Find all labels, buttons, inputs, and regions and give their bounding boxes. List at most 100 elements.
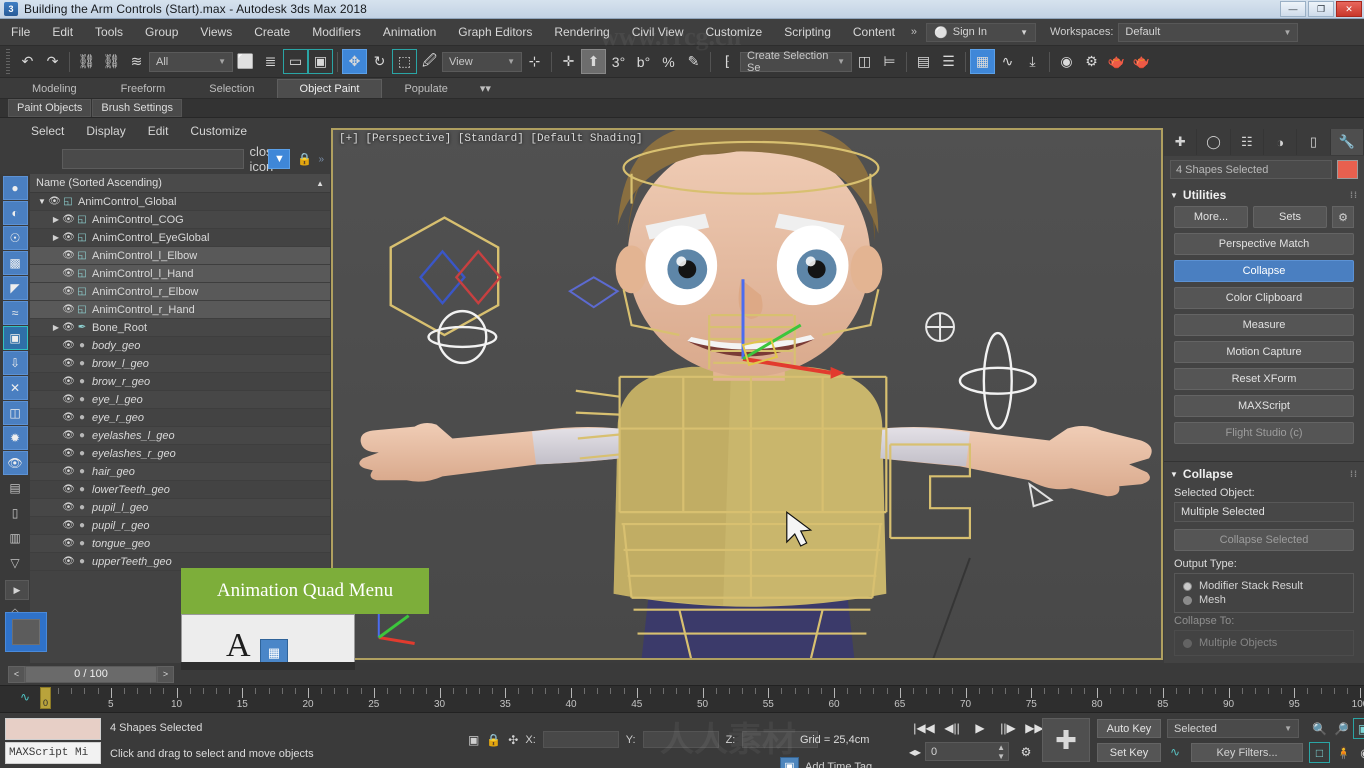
explorer-menu-display[interactable]: Display: [75, 122, 136, 140]
goto-start-button[interactable]: |◀◀: [911, 718, 937, 738]
tree-row[interactable]: ▶ 👁 ◱ AnimControl_COG: [30, 211, 330, 229]
tree-row[interactable]: 👁 ◱ AnimControl_r_Elbow: [30, 283, 330, 301]
reference-coordinate-system-select[interactable]: View ▼: [442, 51, 522, 72]
play-animation-button[interactable]: ▶: [967, 718, 993, 738]
visibility-eye-icon[interactable]: 👁: [62, 448, 75, 459]
previous-frame-button[interactable]: ◀||: [939, 718, 965, 738]
utilities-tab[interactable]: 🔧: [1330, 129, 1364, 155]
maxscript-button[interactable]: MAXScript: [1174, 395, 1354, 417]
select-and-place-button[interactable]: 🖉: [417, 49, 442, 74]
visibility-eye-icon[interactable]: 👁: [62, 358, 75, 369]
tree-row[interactable]: 👁 ● tongue_geo: [30, 535, 330, 553]
current-frame-field[interactable]: 0 ▲ ▼: [925, 742, 1009, 761]
utilities-rollout-header[interactable]: ▼ Utilities ⁞⁞: [1164, 183, 1364, 206]
next-frame-button[interactable]: ||▶: [995, 718, 1021, 738]
object-color-swatch[interactable]: [1337, 160, 1358, 179]
perspective-viewport[interactable]: [+] [Perspective] [Standard] [Default Sh…: [331, 128, 1163, 660]
visibility-eye-icon[interactable]: 👁: [62, 412, 75, 423]
tree-row[interactable]: 👁 ● eye_l_geo: [30, 391, 330, 409]
expand-arrow-closed-icon[interactable]: ▶: [50, 323, 62, 332]
menu-rendering[interactable]: Rendering: [543, 21, 620, 43]
key-filters-button[interactable]: Key Filters...: [1191, 743, 1303, 762]
track-bar[interactable]: ∿ 0 5 10 15 20 25 30 35 40 45 50 55 60 65 70 75 80 85 90 95…: [0, 685, 1364, 713]
maximize-button[interactable]: ❐: [1308, 1, 1334, 17]
named-selection-sets-select[interactable]: Create Selection Se ▼: [740, 50, 852, 74]
list-view-button[interactable]: ▤: [3, 476, 28, 500]
sets-button[interactable]: Sets: [1253, 206, 1327, 228]
tree-row[interactable]: 👁 ● eyelashes_l_geo: [30, 427, 330, 445]
menu-scripting[interactable]: Scripting: [773, 21, 842, 43]
walkthrough-button[interactable]: 🧍: [1333, 742, 1354, 763]
maxscript-listener-output[interactable]: [5, 718, 101, 740]
radio-modifier-stack-result[interactable]: Modifier Stack Result: [1183, 579, 1345, 593]
rendered-frame-window-button[interactable]: 🫖: [1104, 49, 1129, 74]
menu-group[interactable]: Group: [134, 21, 189, 43]
spinner-snap-toggle-button[interactable]: %: [656, 49, 681, 74]
layer-explorer-button[interactable]: ▤: [911, 49, 936, 74]
create-tab[interactable]: ✚: [1164, 129, 1198, 155]
menu-civil-view[interactable]: Civil View: [621, 21, 695, 43]
collapse-utility-button[interactable]: Collapse: [1174, 260, 1354, 282]
time-configuration-button[interactable]: ⚙: [1015, 742, 1037, 762]
ribbon-tab-selection[interactable]: Selection: [187, 80, 276, 98]
time-tag-icon[interactable]: ▣: [780, 757, 799, 768]
visibility-eye-icon[interactable]: 👁: [62, 268, 75, 279]
render-setup-button[interactable]: ⚙: [1079, 49, 1104, 74]
visibility-eye-icon[interactable]: 👁: [62, 304, 75, 315]
viewport-label[interactable]: [+] [Perspective] [Standard] [Default Sh…: [339, 133, 643, 145]
edit-named-selection-sets-button[interactable]: ✎: [681, 49, 706, 74]
visibility-eye-icon[interactable]: 👁: [62, 556, 75, 567]
visibility-eye-icon[interactable]: 👁: [62, 538, 75, 549]
ribbon-overflow-icon[interactable]: ▾▾: [470, 79, 501, 98]
visibility-eye-icon[interactable]: 👁: [48, 196, 61, 207]
set-key-button[interactable]: Set Key: [1097, 743, 1161, 762]
zoom-button[interactable]: 🔍: [1309, 718, 1330, 739]
expand-panel-button[interactable]: ▶: [5, 580, 29, 600]
explorer-menu-customize[interactable]: Customize: [179, 122, 258, 140]
visibility-eye-icon[interactable]: 👁: [62, 502, 75, 513]
select-and-move-button[interactable]: ✥: [342, 49, 367, 74]
tree-row[interactable]: 👁 ● lowerTeeth_geo: [30, 481, 330, 499]
display-hidden-toggle[interactable]: 👁: [2, 451, 28, 475]
tree-row[interactable]: 👁 ● pupil_r_geo: [30, 517, 330, 535]
perspective-match-button[interactable]: Perspective Match: [1174, 233, 1354, 255]
tree-row[interactable]: 👁 ● eyelashes_r_geo: [30, 445, 330, 463]
set-keys-big-button[interactable]: ✚: [1042, 718, 1090, 762]
tree-row[interactable]: 👁 ● brow_r_geo: [30, 373, 330, 391]
display-lights-toggle[interactable]: ☉: [2, 226, 28, 250]
menu-overflow-icon[interactable]: »: [906, 26, 922, 38]
lock-icon[interactable]: 🔒: [295, 149, 313, 169]
toolbar-grip[interactable]: [6, 48, 10, 75]
tree-row[interactable]: 👁 ● body_geo: [30, 337, 330, 355]
selection-filter-select[interactable]: All ▼: [149, 51, 233, 72]
key-mode-icon[interactable]: ◂▸: [907, 743, 923, 761]
hierarchy-tab[interactable]: ☷: [1231, 129, 1264, 155]
display-shapes-toggle[interactable]: ◐: [2, 201, 28, 225]
display-geometry-toggle[interactable]: ●: [2, 176, 28, 200]
zoom-all-button[interactable]: 🔎: [1331, 718, 1352, 739]
rectangular-selection-region-button[interactable]: ▭: [283, 49, 308, 74]
slate-material-editor-button[interactable]: ◉: [1054, 49, 1079, 74]
visibility-eye-icon[interactable]: 👁: [62, 430, 75, 441]
visibility-eye-icon[interactable]: 👁: [62, 484, 75, 495]
render-production-button[interactable]: 🫖: [1129, 49, 1154, 74]
schematic-view-button[interactable]: ∿: [995, 49, 1020, 74]
select-link-button[interactable]: ⛓: [74, 49, 99, 74]
collapse-selected-button[interactable]: Collapse Selected: [1174, 529, 1354, 551]
explorer-menu-select[interactable]: Select: [20, 122, 75, 140]
visibility-eye-icon[interactable]: 👁: [62, 232, 75, 243]
snaps-toggle-button[interactable]: ⬆: [581, 49, 606, 74]
align-button[interactable]: ⊨: [877, 49, 902, 74]
menu-file[interactable]: File: [0, 21, 41, 43]
color-clipboard-button[interactable]: Color Clipboard: [1174, 287, 1354, 309]
brush-settings-button[interactable]: Brush Settings: [92, 99, 182, 117]
select-by-name-button[interactable]: ≣: [258, 49, 283, 74]
modify-tab[interactable]: ◯: [1197, 129, 1231, 155]
tree-row[interactable]: 👁 ● eye_r_geo: [30, 409, 330, 427]
window-crossing-button[interactable]: ▣: [308, 49, 333, 74]
collapse-rollout-header[interactable]: ▼ Collapse ⁞⁞: [1164, 462, 1364, 485]
select-and-scale-button[interactable]: ⬚: [392, 49, 417, 74]
zoom-extents-button[interactable]: ▣: [1353, 718, 1364, 739]
tree-row[interactable]: 👁 ● hair_geo: [30, 463, 330, 481]
zoom-region-button[interactable]: □: [1309, 742, 1330, 763]
